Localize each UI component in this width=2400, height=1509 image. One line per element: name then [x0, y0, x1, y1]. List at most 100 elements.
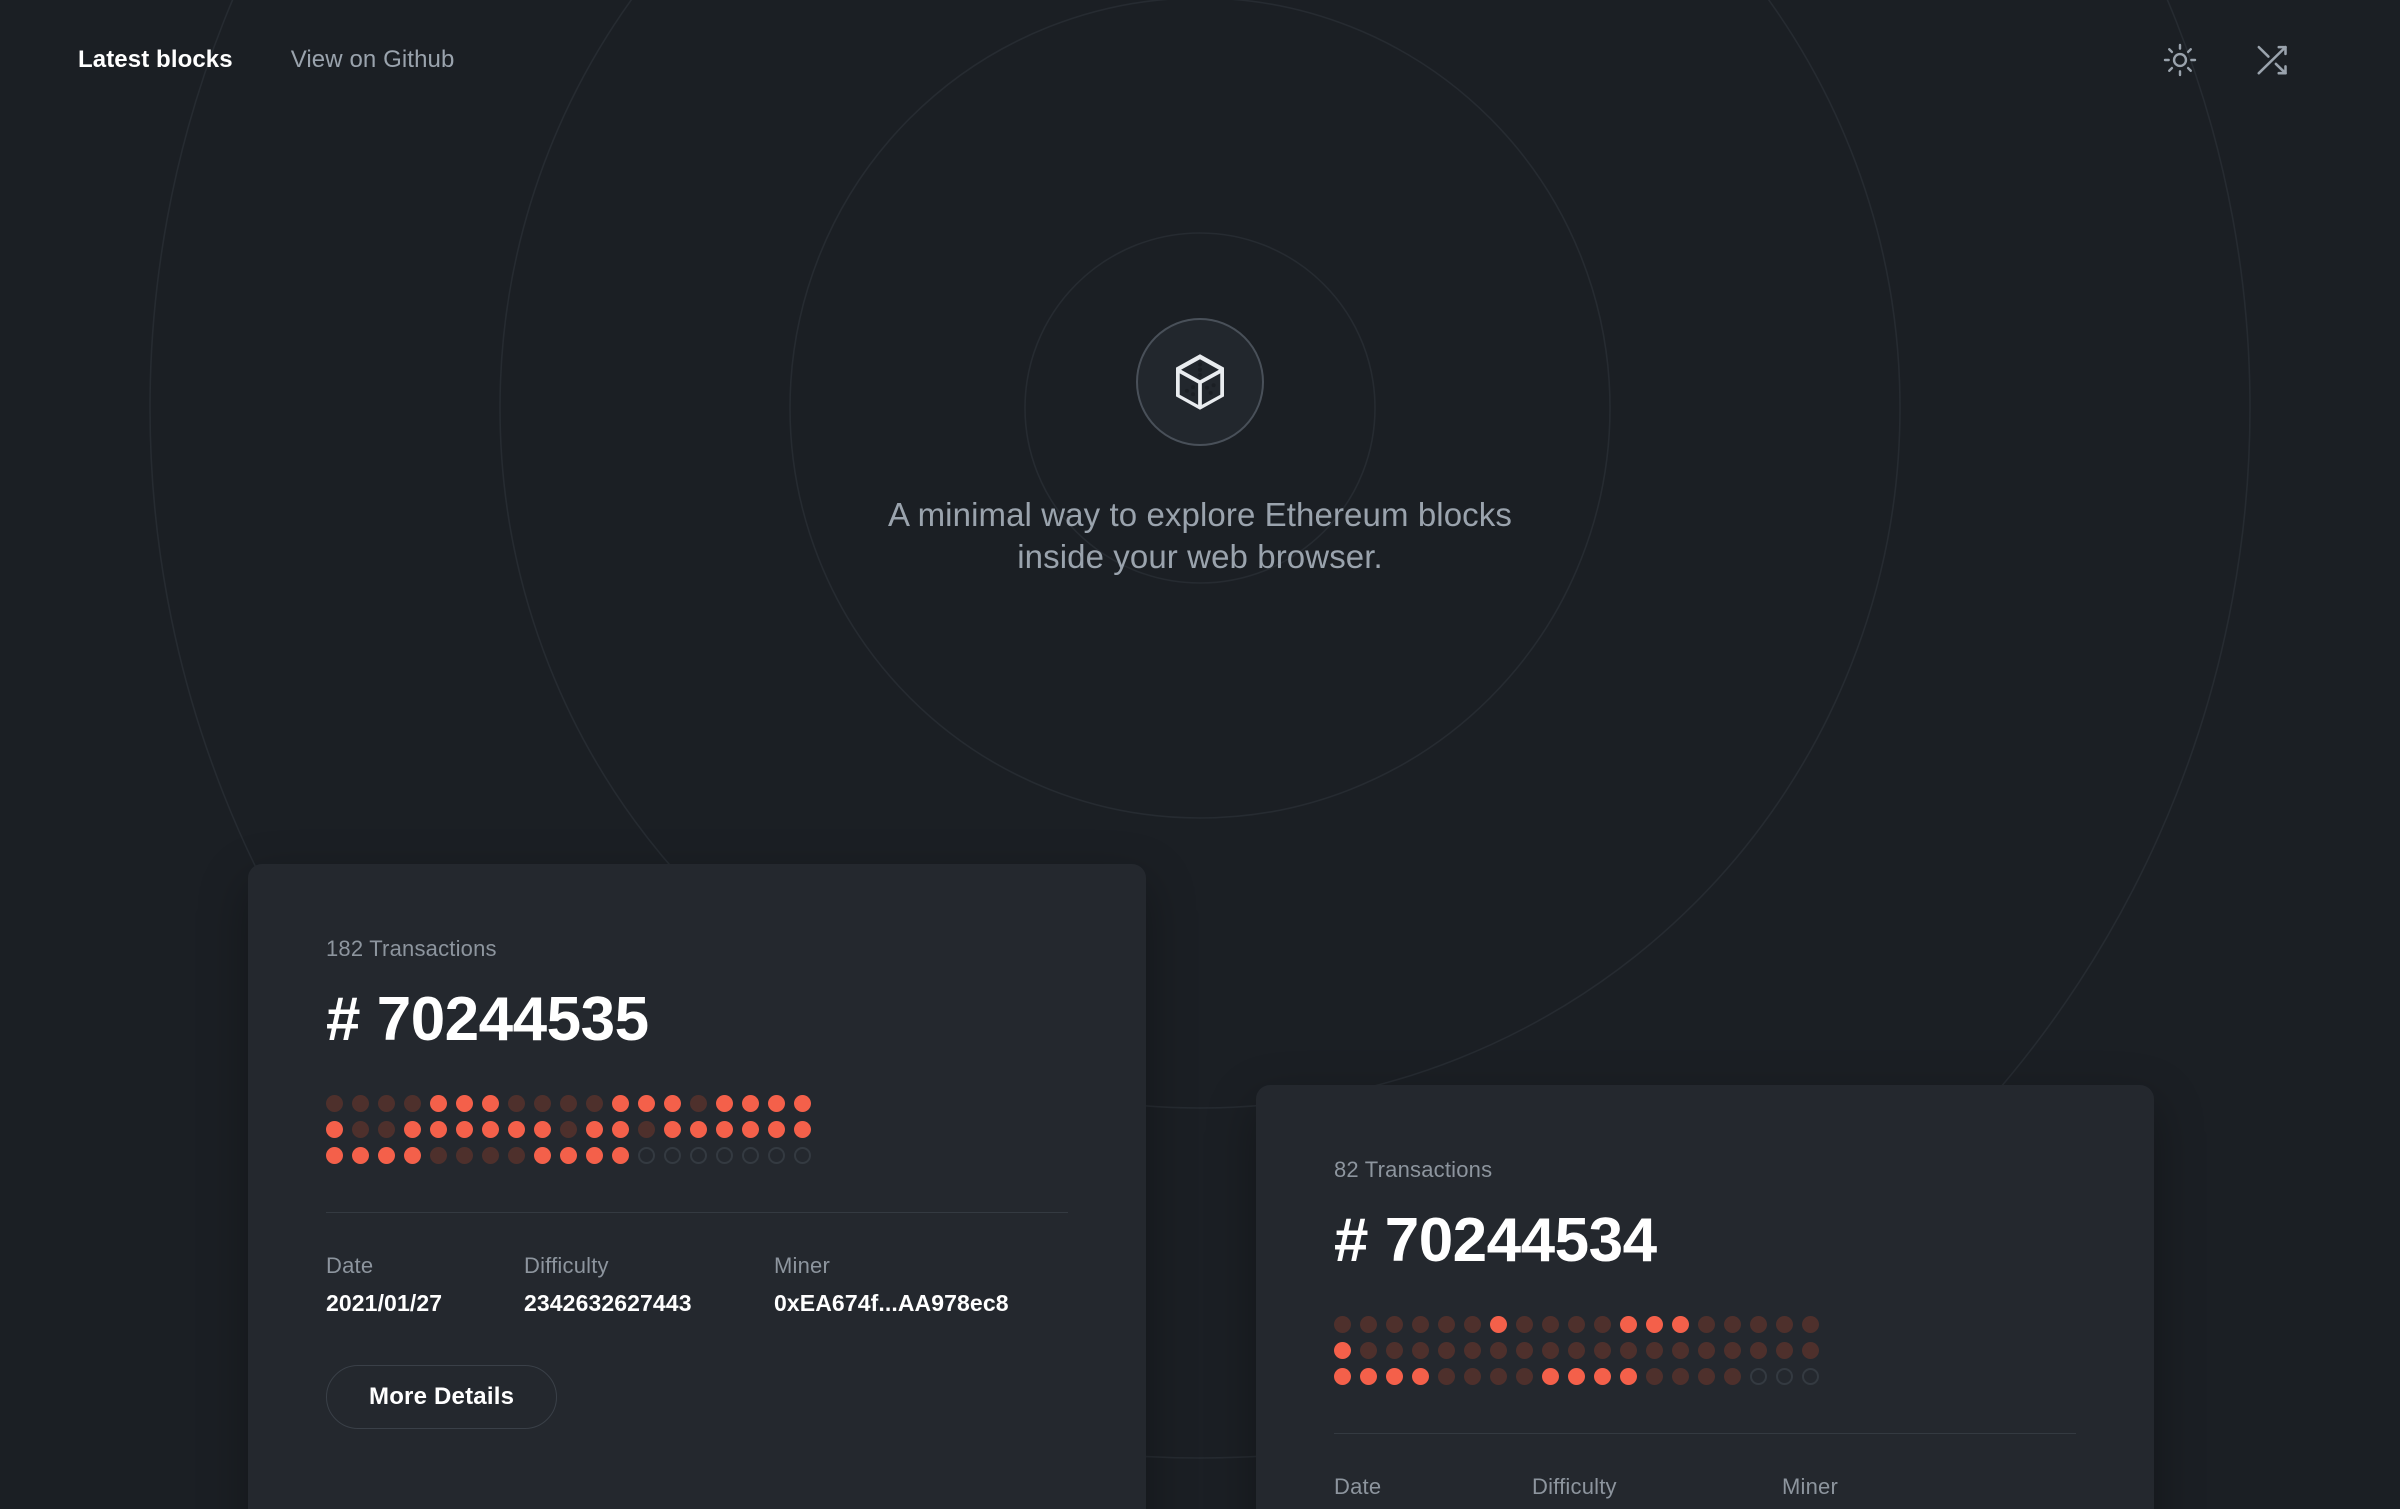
meta-difficulty: Difficulty 2342632627443	[524, 1253, 774, 1317]
transaction-dot-on	[534, 1121, 551, 1138]
transaction-dot-on	[1490, 1316, 1507, 1333]
transaction-dot-dim	[430, 1147, 447, 1164]
sun-icon[interactable]	[2160, 40, 2200, 80]
transaction-dot-on	[326, 1147, 343, 1164]
transaction-dot-on	[768, 1095, 785, 1112]
transaction-dot-dim	[1412, 1316, 1429, 1333]
block-card[interactable]: 182 Transactions # 70244535 Date 2021/01…	[248, 864, 1146, 1509]
transaction-dot-dim	[1802, 1316, 1819, 1333]
primary-nav: Latest blocks View on Github	[78, 46, 454, 74]
transaction-dot-dim	[1386, 1342, 1403, 1359]
transaction-dot-dim	[1386, 1316, 1403, 1333]
transaction-dot-dim	[638, 1121, 655, 1138]
transaction-dot-dim	[1698, 1342, 1715, 1359]
transaction-dot-on	[794, 1121, 811, 1138]
transaction-dot-dim	[508, 1095, 525, 1112]
transaction-dot-dim	[1672, 1368, 1689, 1385]
transaction-dot-grid	[326, 1095, 1068, 1164]
transaction-dot-empty	[1750, 1368, 1767, 1385]
transaction-dot-dim	[1646, 1342, 1663, 1359]
transaction-dot-empty	[716, 1147, 733, 1164]
transaction-dot-on	[586, 1147, 603, 1164]
transaction-dot-dim	[1646, 1368, 1663, 1385]
meta-label-miner: Miner	[774, 1253, 831, 1278]
transaction-dot-dim	[1412, 1342, 1429, 1359]
transaction-dot-on	[690, 1121, 707, 1138]
transaction-dot-on	[1334, 1342, 1351, 1359]
transaction-dot-on	[456, 1095, 473, 1112]
transaction-dot-grid	[1334, 1316, 2076, 1385]
meta-miner: Miner 0xEA674f...AA978ec8	[774, 1253, 1009, 1317]
transaction-dot-dim	[1464, 1342, 1481, 1359]
transaction-dot-dim	[1542, 1316, 1559, 1333]
meta-label-difficulty: Difficulty	[524, 1253, 609, 1278]
transaction-dot-on	[768, 1121, 785, 1138]
dice-cube-icon	[1176, 354, 1224, 410]
transaction-dot-empty	[690, 1147, 707, 1164]
app-logo	[1136, 318, 1264, 446]
block-card[interactable]: 82 Transactions # 70244534 Date Difficul…	[1256, 1085, 2154, 1509]
transaction-dot-on	[1568, 1368, 1585, 1385]
transaction-dot-dim	[1464, 1316, 1481, 1333]
meta-value-date: 2021/01/27	[326, 1290, 443, 1316]
transaction-dot-dim	[1516, 1368, 1533, 1385]
transaction-dot-dim	[560, 1095, 577, 1112]
card-divider	[326, 1212, 1068, 1213]
transaction-dot-dim	[1698, 1368, 1715, 1385]
shuffle-icon[interactable]	[2252, 40, 2292, 80]
transaction-dot-on	[508, 1121, 525, 1138]
transaction-dot-on	[430, 1095, 447, 1112]
transaction-dot-dim	[1438, 1316, 1455, 1333]
card-divider	[1334, 1433, 2076, 1434]
transaction-dot-dim	[586, 1095, 603, 1112]
dot-row	[1334, 1342, 2076, 1359]
transaction-dot-on	[1386, 1368, 1403, 1385]
more-details-button[interactable]: More Details	[326, 1365, 558, 1429]
transaction-dot-on	[1620, 1368, 1637, 1385]
transaction-dot-empty	[1776, 1368, 1793, 1385]
transaction-dot-on	[404, 1121, 421, 1138]
transaction-dot-on	[1594, 1368, 1611, 1385]
transaction-dot-dim	[1568, 1316, 1585, 1333]
transaction-dot-dim	[560, 1121, 577, 1138]
transaction-dot-on	[1412, 1368, 1429, 1385]
transaction-dot-on	[430, 1121, 447, 1138]
transaction-dot-on	[352, 1147, 369, 1164]
dot-row	[326, 1147, 1068, 1164]
transaction-dot-on	[664, 1121, 681, 1138]
meta-label-difficulty: Difficulty	[1532, 1474, 1617, 1499]
header-actions	[2160, 40, 2292, 80]
transaction-dot-dim	[534, 1095, 551, 1112]
nav-link-latest-blocks[interactable]: Latest blocks	[78, 46, 233, 74]
transaction-dot-dim	[404, 1095, 421, 1112]
transaction-dot-on	[612, 1147, 629, 1164]
transaction-dot-dim	[1750, 1342, 1767, 1359]
transaction-dot-dim	[1776, 1342, 1793, 1359]
transaction-dot-on	[482, 1095, 499, 1112]
transaction-dot-dim	[1750, 1316, 1767, 1333]
transaction-dot-on	[1620, 1316, 1637, 1333]
dot-row	[326, 1121, 1068, 1138]
transaction-dot-dim	[1802, 1342, 1819, 1359]
transaction-dot-empty	[638, 1147, 655, 1164]
transaction-dot-on	[716, 1121, 733, 1138]
transaction-dot-dim	[378, 1121, 395, 1138]
transaction-dot-on	[716, 1095, 733, 1112]
nav-link-view-on-github[interactable]: View on Github	[291, 46, 455, 74]
transaction-dot-empty	[664, 1147, 681, 1164]
transaction-dot-dim	[378, 1095, 395, 1112]
transaction-dot-dim	[352, 1121, 369, 1138]
transaction-dot-on	[612, 1121, 629, 1138]
transaction-dot-on	[794, 1095, 811, 1112]
transaction-dot-dim	[1620, 1342, 1637, 1359]
transaction-dot-dim	[1724, 1316, 1741, 1333]
transaction-dot-dim	[1724, 1368, 1741, 1385]
transaction-dot-dim	[1594, 1316, 1611, 1333]
transaction-dot-on	[482, 1121, 499, 1138]
transaction-dot-on	[1334, 1368, 1351, 1385]
meta-value-miner: 0xEA674f...AA978ec8	[774, 1290, 1009, 1316]
transaction-dot-dim	[1568, 1342, 1585, 1359]
block-meta: Date Difficulty Miner	[1334, 1474, 2076, 1509]
transaction-dot-on	[1672, 1316, 1689, 1333]
transaction-dot-empty	[794, 1147, 811, 1164]
